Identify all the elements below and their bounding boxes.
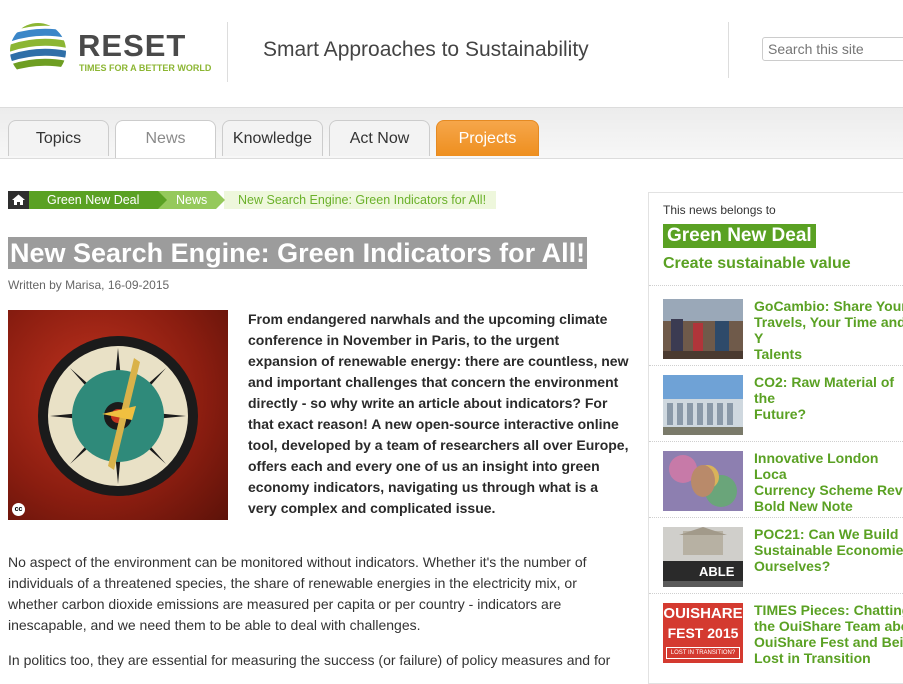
related-item-title[interactable]: GoCambio: Share Your Travels, Your Time …: [754, 298, 903, 362]
article-lead: From endangered narwhals and the upcomin…: [248, 311, 629, 516]
sidebar-divider: [649, 365, 903, 366]
ouishare-thumb-line2: FEST 2015: [667, 625, 739, 641]
related-item-title[interactable]: TIMES Pieces: Chatting the OuiShare Team…: [754, 602, 903, 666]
tab-news[interactable]: News: [115, 120, 216, 158]
sidebar-label: This news belongs to: [663, 203, 776, 217]
ouishare-thumb-line1: OUISHARE: [663, 605, 743, 622]
logo-tagline: TIMES FOR A BETTER WORLD: [79, 63, 212, 73]
breadcrumb-current: New Search Engine: Green Indicators for …: [224, 191, 497, 209]
related-item[interactable]: OUISHARE FEST 2015 LOST IN TRANSITION? T…: [663, 602, 903, 666]
home-icon: [12, 194, 25, 205]
related-thumbnail[interactable]: [663, 451, 743, 511]
sidebar-divider: [649, 593, 903, 594]
poc21-banner-text: ABLE: [699, 564, 735, 579]
cc-license-icon: cc: [12, 503, 25, 516]
sidebar-divider: [649, 517, 903, 518]
related-item[interactable]: Innovative London Loca Currency Scheme R…: [663, 450, 903, 514]
site-header: RESET TIMES FOR A BETTER WORLD Smart App…: [0, 0, 903, 107]
related-item-title[interactable]: POC21: Can We Build Sustainable Economie…: [754, 526, 903, 574]
tab-knowledge[interactable]: Knowledge: [222, 120, 323, 156]
article-paragraph-2: In politics too, they are essential for …: [8, 652, 611, 668]
related-thumbnail[interactable]: [663, 375, 743, 435]
logo-wordmark: RESET: [78, 28, 187, 63]
reset-logo[interactable]: RESET TIMES FOR A BETTER WORLD: [8, 22, 218, 82]
sidebar-divider: [649, 441, 903, 442]
related-item-title[interactable]: CO2: Raw Material of the Future?: [754, 374, 903, 422]
sidebar-divider: [649, 285, 903, 286]
tab-topics[interactable]: Topics: [8, 120, 109, 156]
breadcrumb-home[interactable]: [8, 191, 38, 209]
breadcrumb-item-green-new-deal[interactable]: Green New Deal: [29, 191, 167, 209]
header-divider: [728, 22, 729, 78]
tab-act-now[interactable]: Act Now: [329, 120, 430, 156]
byline: Written by Marisa, 16-09-2015: [8, 278, 169, 292]
sidebar-category-link[interactable]: Green New Deal: [663, 224, 816, 248]
header-divider: [227, 22, 228, 82]
publish-date: , 16-09-2015: [101, 278, 170, 292]
tab-projects[interactable]: Projects: [436, 120, 539, 156]
related-thumbnail[interactable]: [663, 299, 743, 359]
main-nav: Topics News Knowledge Act Now Projects: [0, 107, 903, 159]
related-item[interactable]: GoCambio: Share Your Travels, Your Time …: [663, 298, 903, 362]
related-item[interactable]: ABLE POC21: Can We Build Sustainable Eco…: [663, 526, 903, 589]
article-paragraph-1: No aspect of the environment can be moni…: [8, 554, 587, 633]
related-thumbnail[interactable]: ABLE: [663, 527, 743, 587]
search-input[interactable]: [762, 37, 903, 61]
related-sidebar: This news belongs to Green New Deal Crea…: [648, 192, 903, 684]
sidebar-subtitle: Create sustainable value: [663, 255, 851, 272]
author-name: Marisa: [65, 278, 102, 292]
article-image: cc: [8, 310, 228, 520]
related-item[interactable]: CO2: Raw Material of the Future?: [663, 374, 903, 437]
compass-rose-icon: [38, 336, 198, 496]
site-title: Smart Approaches to Sustainability: [263, 38, 589, 61]
byline-prefix: Written by: [8, 278, 66, 292]
article-title: New Search Engine: Green Indicators for …: [8, 237, 588, 269]
ouishare-thumb-line3: LOST IN TRANSITION?: [666, 647, 740, 659]
related-item-title[interactable]: Innovative London Loca Currency Scheme R…: [754, 450, 903, 514]
related-thumbnail[interactable]: OUISHARE FEST 2015 LOST IN TRANSITION?: [663, 603, 743, 663]
globe-icon: [10, 23, 66, 79]
